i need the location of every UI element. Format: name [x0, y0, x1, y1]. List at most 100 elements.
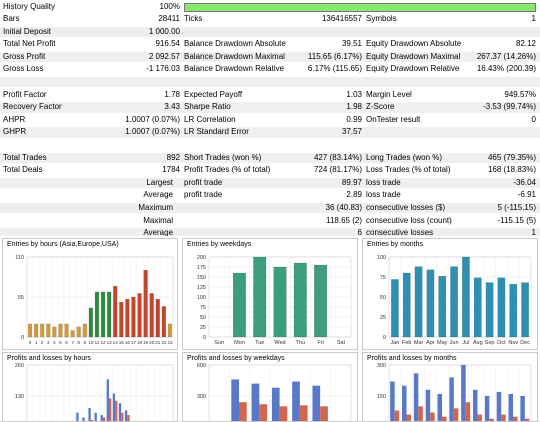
bar [253, 256, 267, 338]
x-tick-label: 23 [167, 340, 173, 345]
report-row: Largest profit trade 89.97 loss trade -36.04 [0, 177, 540, 189]
stat-value: 724 (81.17%) [313, 165, 362, 175]
pl-by-weekdays-chart: 600300SunMonTueWedThuFriSat [197, 363, 352, 421]
stat-value [100, 178, 180, 188]
x-tick-label: 17 [131, 340, 137, 345]
y-tick-label: 260 [15, 363, 24, 369]
x-tick-label: Dec [520, 340, 530, 346]
stat-value: 168 (18.83%) [487, 165, 536, 175]
bar [118, 403, 122, 421]
stat-value: 1.98 [346, 102, 362, 112]
bar [106, 379, 110, 421]
stat-value: -3.53 (99.74%) [483, 102, 536, 112]
bar [271, 387, 280, 421]
bar [46, 323, 51, 338]
bar [508, 393, 514, 421]
bar [485, 282, 494, 338]
x-tick-label: Sat [337, 340, 346, 346]
x-tick-label: 12 [100, 340, 106, 345]
bar [461, 365, 466, 421]
x-tick-label: Fri [317, 340, 323, 346]
bar [293, 262, 307, 338]
x-tick-label: May [437, 340, 448, 346]
bar [251, 383, 260, 421]
report-row: Gross Loss -1 176.03 Balance Drawdown Rela… [0, 64, 540, 74]
bar [442, 416, 447, 421]
bar [143, 269, 148, 338]
bar [127, 415, 130, 421]
y-tick-label: 125 [197, 285, 206, 291]
bar [402, 272, 411, 338]
stat-value [100, 203, 180, 213]
bar [112, 393, 116, 421]
x-tick-label: Sun [214, 340, 224, 346]
bar [414, 266, 423, 338]
bar [437, 393, 443, 421]
chart-title: Entries by months [367, 241, 424, 248]
stat-value: 267.37 (14.26%) [476, 51, 536, 61]
x-tick-label: 7 [71, 340, 74, 345]
bar [402, 385, 407, 421]
bar [109, 398, 112, 421]
bar [100, 415, 103, 421]
bar [161, 306, 166, 338]
x-tick-label: Sep [485, 340, 495, 346]
stat-value: 6.17% (115.65) [307, 64, 362, 74]
bar [76, 326, 81, 338]
y-tick-label: 25 [380, 315, 386, 321]
report-row: Gross Profit 2 092.57 Balance Drawdown Max… [0, 51, 540, 63]
history-quality-row: History Quality 100% [0, 2, 540, 12]
stat-value: 1.0007 (0.07%) [125, 127, 180, 137]
report-table: History Quality 100% Bars 28411 Ticks 13641… [0, 0, 540, 239]
x-tick-label: Apr [426, 340, 435, 346]
report-row: Bars 28411 Ticks 136416557 Symbols 1 [0, 14, 540, 24]
x-tick-label: Oct [497, 340, 506, 346]
bar [462, 256, 470, 338]
bar [58, 323, 63, 338]
y-tick-label: 50 [200, 315, 206, 321]
y-tick-label: 75 [380, 275, 386, 281]
bar [94, 291, 100, 338]
bar [52, 326, 57, 338]
y-tick-label: 200 [197, 255, 206, 261]
bar [155, 298, 160, 338]
x-tick-label: Wed [274, 340, 285, 346]
bar [406, 414, 412, 421]
bar [391, 279, 399, 338]
bar [501, 414, 506, 421]
bar [239, 402, 247, 421]
report-row: Average profit trade 2.89 loss trade -6.91 [0, 190, 540, 200]
y-tick-label: 110 [15, 255, 24, 261]
bar [477, 414, 483, 421]
charts-area: Entries by hours (Asia,Europe,USA) 110 55… [0, 236, 540, 422]
x-tick-label: 15 [119, 340, 125, 345]
pl-by-hours-panel: Profits and losses by hours 260130012345… [2, 352, 178, 422]
y-tick-label: 25 [200, 325, 206, 331]
stat-value: 1 [531, 14, 536, 23]
history-quality-bar [184, 3, 536, 12]
x-tick-label: 4 [53, 340, 56, 345]
y-tick-label: 130 [15, 394, 24, 400]
report-row: Profit Factor 1.78 Expected Payoff 1.03 Marg… [0, 90, 540, 100]
x-tick-label: 18 [137, 340, 143, 345]
x-tick-label: Aug [473, 340, 483, 346]
x-tick-label: 6 [65, 340, 68, 345]
pl-by-months-chart: 300150JanFebMarAprMayJunJulAugSepOctNovD… [377, 363, 532, 421]
stat-value: 5 (-115.15) [497, 203, 536, 212]
bar [426, 269, 435, 338]
stat-value: 949.57% [504, 89, 536, 99]
bar [497, 277, 506, 338]
stat-value: -1 176.03 [146, 64, 180, 74]
x-tick-label: 22 [161, 340, 167, 345]
stat-value: 1.78 [164, 89, 180, 99]
bar [125, 298, 130, 338]
x-tick-label: Nov [508, 340, 518, 346]
bar [34, 323, 39, 338]
y-tick-label: 0 [21, 335, 24, 341]
y-tick-label: 300 [377, 363, 386, 369]
history-quality-fill [185, 4, 535, 11]
stat-value: 1.03 [346, 89, 362, 99]
bar [299, 405, 308, 421]
stat-value: 136416557 [321, 14, 362, 23]
x-tick-label: Thu [296, 340, 305, 346]
